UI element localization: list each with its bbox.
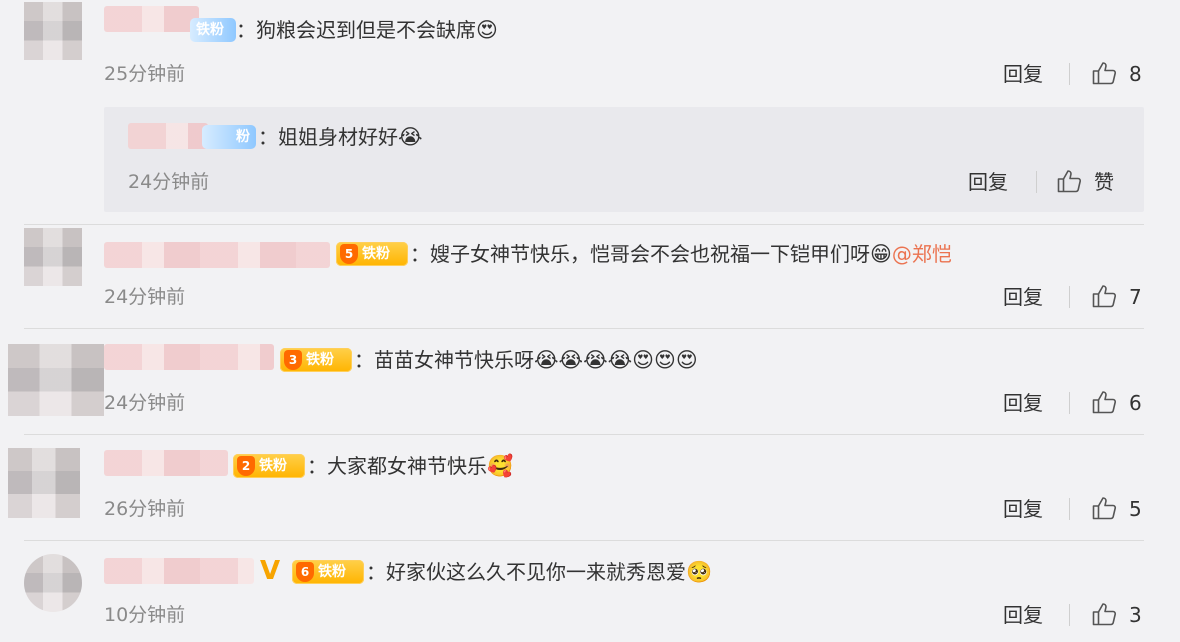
fan-badge-level: 3 bbox=[284, 350, 302, 370]
reply-button[interactable]: 回复 bbox=[1003, 496, 1043, 522]
comment-divider bbox=[24, 540, 1144, 541]
comment-body: ：嫂子女神节快乐，恺哥会不会也祝福一下铠甲们呀 bbox=[410, 242, 870, 266]
fan-badge[interactable]: 2 铁粉 bbox=[233, 454, 305, 478]
fan-badge-level: 6 bbox=[296, 562, 314, 582]
like-count: 8 bbox=[1129, 62, 1142, 86]
thumbs-up-icon[interactable] bbox=[1057, 169, 1083, 193]
heart-face-emoji-icon: 🥰 bbox=[487, 454, 514, 478]
thumbs-up-icon[interactable] bbox=[1092, 390, 1118, 414]
avatar[interactable] bbox=[24, 554, 82, 612]
comment-text: ：狗粮会迟到但是不会缺席😍 bbox=[236, 16, 498, 44]
thumbs-up-icon[interactable] bbox=[1092, 496, 1118, 520]
like-label[interactable]: 赞 bbox=[1094, 169, 1114, 195]
heart-eyes-emoji-icon: 😍 bbox=[476, 18, 498, 42]
comment-timestamp: 25分钟前 bbox=[104, 63, 186, 85]
comment-divider bbox=[24, 328, 1144, 329]
fan-badge[interactable]: 5 铁粉 bbox=[336, 242, 408, 266]
comment-text: ：好家伙这么久不见你一来就秀恩爱🥺 bbox=[366, 558, 712, 586]
comment-body: ：大家都女神节快乐 bbox=[307, 454, 487, 478]
action-divider bbox=[1069, 604, 1070, 626]
comment-text: ：大家都女神节快乐🥰 bbox=[307, 452, 513, 480]
action-divider bbox=[1069, 286, 1070, 308]
comment-timestamp: 24分钟前 bbox=[104, 392, 186, 414]
reply-text: ：姐姐身材好好😭 bbox=[258, 123, 423, 151]
fan-badge[interactable]: 粉 bbox=[202, 125, 256, 149]
action-divider bbox=[1069, 392, 1070, 414]
username-blurred[interactable] bbox=[128, 123, 208, 149]
action-divider bbox=[1036, 171, 1037, 193]
fan-badge[interactable]: 6 铁粉 bbox=[292, 560, 364, 584]
thumbs-up-icon[interactable] bbox=[1092, 284, 1118, 308]
fan-badge-level: 5 bbox=[340, 244, 358, 264]
fan-badge-label: 粉 bbox=[236, 129, 250, 145]
comment-timestamp: 26分钟前 bbox=[104, 498, 186, 520]
username-blurred[interactable] bbox=[104, 558, 254, 584]
fan-badge-label: 铁粉 bbox=[196, 22, 224, 38]
comment-timestamp: 10分钟前 bbox=[104, 604, 186, 626]
sub-reply-box: 粉 ：姐姐身材好好😭 24分钟前 回复 赞 bbox=[104, 107, 1144, 212]
fan-badge[interactable]: 铁粉 bbox=[190, 18, 236, 42]
thumbs-up-icon[interactable] bbox=[1092, 61, 1118, 85]
like-count: 5 bbox=[1129, 497, 1142, 521]
pleading-emoji-icon: 🥺 bbox=[686, 560, 713, 584]
like-count: 3 bbox=[1129, 603, 1142, 627]
comment-timestamp: 24分钟前 bbox=[104, 286, 186, 308]
username-blurred[interactable] bbox=[104, 6, 199, 32]
reply-button[interactable]: 回复 bbox=[1003, 284, 1043, 310]
fan-badge-label: 铁粉 bbox=[306, 352, 334, 368]
crying-emoji-icon: 😭 bbox=[398, 125, 423, 149]
like-count: 6 bbox=[1129, 391, 1142, 415]
fan-badge-level: 2 bbox=[237, 456, 255, 476]
avatar[interactable] bbox=[24, 228, 82, 286]
fan-badge[interactable]: 3 铁粉 bbox=[280, 348, 352, 372]
reply-body: ：姐姐身材好好 bbox=[258, 125, 398, 149]
fan-badge-label: 铁粉 bbox=[259, 458, 287, 474]
reply-timestamp: 24分钟前 bbox=[128, 171, 210, 193]
avatar[interactable] bbox=[8, 344, 104, 416]
thumbs-up-icon[interactable] bbox=[1092, 602, 1118, 626]
reply-button[interactable]: 回复 bbox=[968, 169, 1008, 195]
like-count: 7 bbox=[1129, 285, 1142, 309]
comment-body: ：苗苗女神节快乐呀 bbox=[354, 348, 534, 372]
username-blurred[interactable] bbox=[104, 450, 228, 476]
comment-body: ：狗粮会迟到但是不会缺席 bbox=[236, 18, 476, 42]
fan-badge-label: 铁粉 bbox=[362, 246, 390, 262]
comment-text: ：嫂子女神节快乐，恺哥会不会也祝福一下铠甲们呀😁@郑恺 bbox=[410, 240, 952, 268]
avatar[interactable] bbox=[24, 2, 82, 60]
comment-divider bbox=[24, 434, 1144, 435]
action-divider bbox=[1069, 498, 1070, 520]
grin-emoji-icon: 😁 bbox=[870, 242, 892, 266]
comment-text: ：苗苗女神节快乐呀😭😭😭😭😍😍😍 bbox=[354, 346, 698, 374]
username-blurred[interactable] bbox=[104, 242, 330, 268]
reply-button[interactable]: 回复 bbox=[1003, 390, 1043, 416]
action-divider bbox=[1069, 63, 1070, 85]
avatar[interactable] bbox=[8, 448, 80, 518]
vip-icon[interactable]: V bbox=[260, 558, 280, 584]
mention-link[interactable]: @郑恺 bbox=[892, 242, 952, 266]
comment-divider bbox=[24, 224, 1144, 225]
reply-button[interactable]: 回复 bbox=[1003, 602, 1043, 628]
emoji-row-icon: 😭😭😭😭😍😍😍 bbox=[534, 348, 698, 372]
fan-badge-label: 铁粉 bbox=[318, 564, 346, 580]
reply-button[interactable]: 回复 bbox=[1003, 61, 1043, 87]
comment-body: ：好家伙这么久不见你一来就秀恩爱 bbox=[366, 560, 686, 584]
username-blurred[interactable] bbox=[104, 344, 274, 370]
